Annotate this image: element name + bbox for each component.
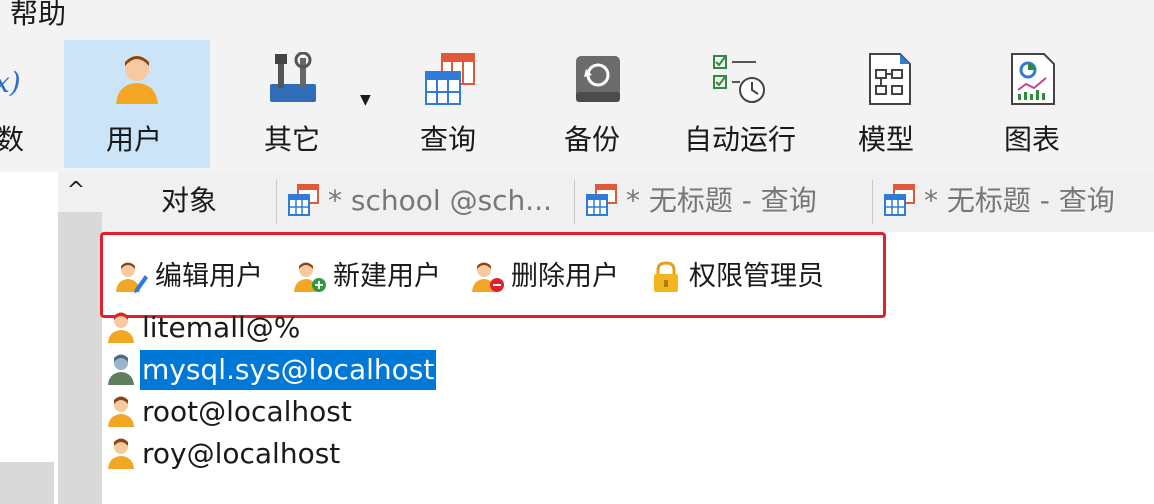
toolbar-partial-label: 数 xyxy=(0,123,25,156)
user-name: roy@localhost xyxy=(142,437,341,470)
object-toolbar: 编辑用户 新建用户 删除用户 权限管理员 xyxy=(100,232,886,318)
menu-help[interactable]: 帮助 xyxy=(10,0,66,34)
dropdown-arrow-icon[interactable]: ▼ xyxy=(360,92,371,108)
lock-icon xyxy=(654,261,678,292)
tab-separator xyxy=(872,180,873,224)
toolbar-button-other[interactable]: 其它 ▼ xyxy=(230,40,380,168)
table-icon xyxy=(884,184,915,216)
new-user-icon xyxy=(294,262,326,292)
user-icon xyxy=(108,396,134,427)
tab-objects-label: 对象 xyxy=(160,184,217,217)
edit-user-label: 编辑用户 xyxy=(155,261,263,292)
tab-separator xyxy=(574,180,575,224)
tab-untitled-query-2-label: * 无标题 - 查询 xyxy=(924,184,1115,217)
tab-untitled-query-1-label: * 无标题 - 查询 xyxy=(626,184,817,217)
edit-user-button[interactable]: 编辑用户 xyxy=(115,257,279,297)
user-name: root@localhost xyxy=(142,395,352,428)
delete-user-icon xyxy=(472,262,504,292)
tab-untitled-query-2[interactable]: * 无标题 - 查询 xyxy=(880,172,1154,230)
toolbar-label-other: 其它 xyxy=(264,123,321,156)
chart-icon xyxy=(1011,53,1055,105)
tab-school-table[interactable]: * school @sch... xyxy=(284,172,574,230)
tab-separator xyxy=(276,180,277,224)
toolbar-button-user[interactable]: 用户 xyxy=(64,40,210,168)
model-icon xyxy=(869,53,911,105)
toolbar-label-chart: 图表 xyxy=(1004,123,1061,156)
main-toolbar: x) 数 用户 其它 ▼ xyxy=(0,40,1154,172)
tools-icon xyxy=(270,52,316,102)
scrollbar-thumb[interactable] xyxy=(58,212,102,504)
toolbar-button-chart[interactable]: 图表 xyxy=(986,40,1082,168)
tab-untitled-query-1[interactable]: * 无标题 - 查询 xyxy=(582,172,872,230)
delete-user-button[interactable]: 删除用户 xyxy=(471,257,635,297)
toolbar-button-partial[interactable]: x) 数 xyxy=(0,40,40,168)
user-icon xyxy=(108,438,134,469)
toolbar-label-backup: 备份 xyxy=(564,123,621,156)
user-name: litemall@% xyxy=(142,311,301,344)
toolbar-label-user: 用户 xyxy=(106,123,163,156)
svg-text:x): x) xyxy=(0,66,21,99)
toolbar-button-model[interactable]: 模型 xyxy=(840,40,936,168)
tab-objects[interactable]: 对象 xyxy=(102,172,276,230)
system-user-icon xyxy=(108,354,134,385)
new-user-button[interactable]: 新建用户 xyxy=(293,257,457,297)
tab-school-label: * school @sch... xyxy=(328,184,552,217)
user-icon xyxy=(116,56,158,104)
toolbar-button-backup[interactable]: 备份 xyxy=(550,40,646,168)
edit-user-icon xyxy=(116,262,148,293)
user-icon xyxy=(108,312,134,343)
toolbar-button-query[interactable]: 查询 xyxy=(400,40,510,168)
menu-bar: 帮助 xyxy=(0,0,1154,40)
toolbar-label-model: 模型 xyxy=(858,123,915,156)
user-name: mysql.sys@localhost xyxy=(140,350,437,390)
backup-icon xyxy=(576,56,620,102)
function-icon: x) xyxy=(0,66,21,99)
privilege-manager-label: 权限管理员 xyxy=(689,261,824,292)
new-user-label: 新建用户 xyxy=(333,261,441,292)
table-icon xyxy=(586,184,617,216)
query-icon xyxy=(425,53,475,105)
delete-user-label: 删除用户 xyxy=(511,261,619,292)
privilege-manager-button[interactable]: 权限管理员 xyxy=(649,257,849,297)
toolbar-label-query: 查询 xyxy=(420,123,477,156)
tab-bar: 对象 * school @sch... * 无标题 - 查询 * 无标题 - 查… xyxy=(102,172,1154,232)
toolbar-button-schedule[interactable]: 自动运行 xyxy=(680,40,806,168)
schedule-icon xyxy=(713,55,765,103)
toolbar-label-schedule: 自动运行 xyxy=(684,123,797,156)
navigation-pane xyxy=(0,172,58,504)
scroll-up-icon[interactable]: ^ xyxy=(58,176,94,206)
navigation-pane-footer xyxy=(0,462,54,504)
table-icon xyxy=(288,184,319,216)
